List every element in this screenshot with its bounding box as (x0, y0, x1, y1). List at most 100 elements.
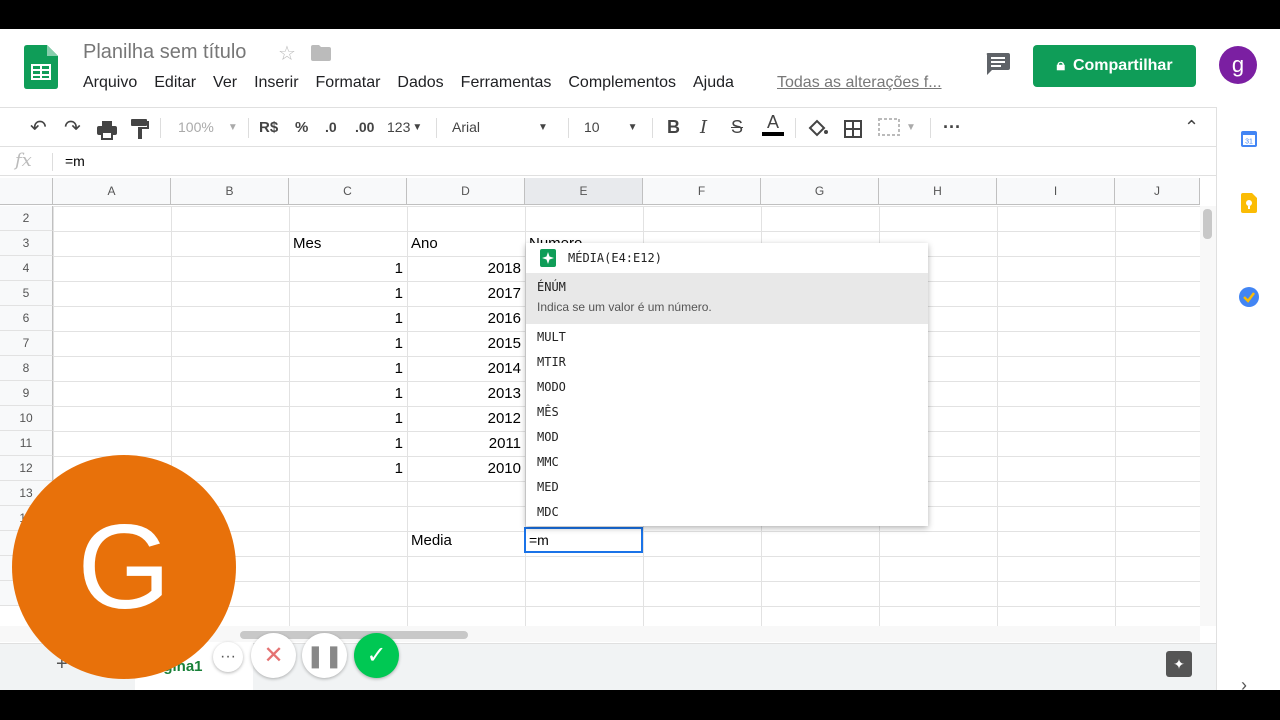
autocomplete-item[interactable]: MODO (526, 374, 928, 399)
autocomplete-item[interactable]: MULT (526, 324, 928, 349)
cell-c9[interactable]: 1 (289, 381, 407, 406)
cell-d15[interactable]: Media (407, 528, 525, 553)
autocomplete-item[interactable]: MTIR (526, 349, 928, 374)
percent-format-button[interactable]: % (295, 116, 308, 138)
bold-icon[interactable]: B (667, 116, 680, 138)
cell-d9[interactable]: 2013 (407, 381, 525, 406)
menu-ajuda[interactable]: Ajuda (693, 74, 734, 92)
column-header-h[interactable]: H (879, 178, 997, 205)
strikethrough-icon[interactable]: S (731, 116, 743, 138)
cell-c4[interactable]: 1 (289, 256, 407, 281)
text-color-icon[interactable]: A (762, 113, 784, 136)
autocomplete-item[interactable]: MÊS (526, 399, 928, 424)
autocomplete-item[interactable]: MOD (526, 424, 928, 449)
column-header-i[interactable]: I (997, 178, 1115, 205)
document-title[interactable]: Planilha sem título (83, 41, 246, 64)
cell-c7[interactable]: 1 (289, 331, 407, 356)
formula-input[interactable]: =m (65, 153, 85, 169)
cell-d4[interactable]: 2018 (407, 256, 525, 281)
column-header-a[interactable]: A (53, 178, 171, 205)
menu-ver[interactable]: Ver (213, 74, 237, 92)
column-header-c[interactable]: C (289, 178, 407, 205)
tasks-icon[interactable] (1239, 287, 1259, 307)
cell-d6[interactable]: 2016 (407, 306, 525, 331)
row-header-6[interactable]: 6 (0, 306, 53, 331)
increase-decimals-button[interactable]: .00 (355, 116, 374, 138)
column-header-j[interactable]: J (1115, 178, 1200, 205)
keep-icon[interactable] (1241, 193, 1257, 213)
row-header-5[interactable]: 5 (0, 281, 53, 306)
cell-c5[interactable]: 1 (289, 281, 407, 306)
expand-panel-icon[interactable]: › (1241, 675, 1247, 690)
calendar-icon[interactable]: 31 (1241, 129, 1257, 147)
cell-d5[interactable]: 2017 (407, 281, 525, 306)
cell-d8[interactable]: 2014 (407, 356, 525, 381)
share-button[interactable]: 🔒︎ Compartilhar (1033, 45, 1196, 87)
explore-icon[interactable]: ✦ (1166, 651, 1192, 677)
paint-format-icon[interactable] (131, 118, 149, 140)
collapse-toolbar-icon[interactable]: ⌃ (1184, 116, 1199, 138)
row-header-7[interactable]: 7 (0, 331, 53, 356)
cell-d7[interactable]: 2015 (407, 331, 525, 356)
cell-c11[interactable]: 1 (289, 431, 407, 456)
active-cell-e15[interactable]: =m (524, 527, 643, 553)
italic-icon[interactable]: I (700, 116, 707, 138)
column-header-e[interactable]: E (525, 178, 643, 205)
font-size-select[interactable]: 10 ▼ (584, 116, 637, 138)
vertical-scroll-thumb[interactable] (1203, 209, 1212, 239)
recorder-cancel-icon[interactable]: ✕ (251, 633, 296, 678)
cell-c8[interactable]: 1 (289, 356, 407, 381)
recorder-done-icon[interactable]: ✓ (354, 633, 399, 678)
folder-icon[interactable] (311, 45, 331, 61)
star-icon[interactable]: ☆ (278, 41, 296, 66)
cell-c3[interactable]: Mes (289, 231, 407, 256)
row-header-3[interactable]: 3 (0, 231, 53, 256)
more-tools-icon[interactable]: ··· (943, 116, 961, 138)
row-header-4[interactable]: 4 (0, 256, 53, 281)
menu-arquivo[interactable]: Arquivo (83, 74, 137, 92)
menu-inserir[interactable]: Inserir (254, 74, 298, 92)
column-header-f[interactable]: F (643, 178, 761, 205)
save-status-link[interactable]: Todas as alterações f... (777, 74, 942, 92)
row-header-10[interactable]: 10 (0, 406, 53, 431)
autocomplete-suggestion[interactable]: MÉDIA(E4:E12) (526, 243, 928, 273)
cell-d10[interactable]: 2012 (407, 406, 525, 431)
column-header-g[interactable]: G (761, 178, 879, 205)
cell-d3[interactable]: Ano (407, 231, 525, 256)
autocomplete-item[interactable]: MMC (526, 449, 928, 474)
more-formats-select[interactable]: 123 ▼ (387, 116, 422, 138)
borders-icon[interactable] (844, 118, 862, 140)
menu-complementos[interactable]: Complementos (568, 74, 676, 92)
cell-c10[interactable]: 1 (289, 406, 407, 431)
font-select[interactable]: Arial ▼ (452, 116, 548, 138)
menu-editar[interactable]: Editar (154, 74, 196, 92)
row-header-2[interactable]: 2 (0, 206, 53, 231)
cell-c12[interactable]: 1 (289, 456, 407, 481)
merge-cells-icon[interactable]: ▼ (878, 116, 916, 138)
column-header-b[interactable]: B (171, 178, 289, 205)
sheets-logo-icon[interactable] (24, 45, 58, 89)
row-header-9[interactable]: 9 (0, 381, 53, 406)
menu-formatar[interactable]: Formatar (316, 74, 381, 92)
cell-c6[interactable]: 1 (289, 306, 407, 331)
cell-d12[interactable]: 2010 (407, 456, 525, 481)
autocomplete-item-selected[interactable]: ÉNÚM Indica se um valor é um número. (526, 273, 928, 324)
recorder-more-button[interactable]: ··· (213, 642, 243, 672)
select-all-corner[interactable] (0, 178, 53, 205)
undo-icon[interactable]: ↶ (30, 116, 47, 139)
autocomplete-item[interactable]: MDC (526, 499, 928, 524)
autocomplete-item[interactable]: MED (526, 474, 928, 499)
comment-icon[interactable] (986, 53, 1010, 75)
recorder-pause-icon[interactable]: ❚❚ (302, 633, 347, 678)
row-header-8[interactable]: 8 (0, 356, 53, 381)
row-header-11[interactable]: 11 (0, 431, 53, 456)
cell-d11[interactable]: 2011 (407, 431, 525, 456)
account-avatar[interactable]: g (1219, 46, 1257, 84)
zoom-select[interactable]: 100% ▼ (178, 116, 238, 138)
decrease-decimals-button[interactable]: .0 (325, 116, 337, 138)
print-icon[interactable] (97, 119, 117, 141)
column-header-d[interactable]: D (407, 178, 525, 205)
row-header-12[interactable]: 12 (0, 456, 53, 481)
vertical-scrollbar[interactable] (1200, 206, 1216, 626)
currency-format-button[interactable]: R$ (259, 116, 278, 138)
